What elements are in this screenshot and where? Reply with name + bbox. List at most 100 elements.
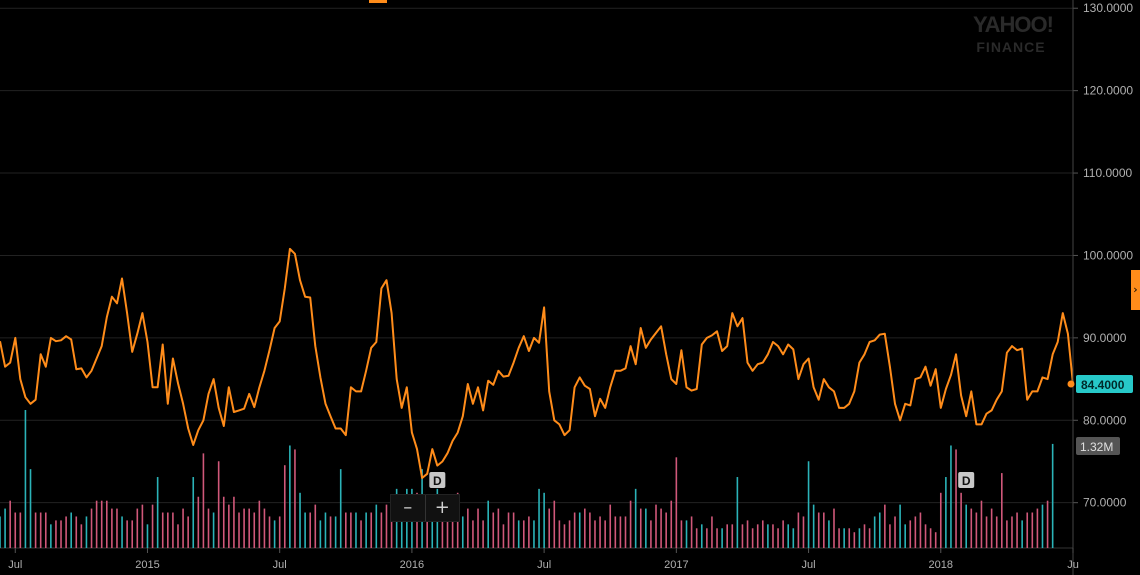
volume-bar: [721, 528, 723, 548]
volume-bar: [477, 508, 479, 548]
volume-bar: [939, 492, 942, 548]
volume-bar: [299, 492, 301, 548]
volume-bar: [507, 512, 510, 548]
volume-bar: [797, 512, 800, 548]
volume-bar: [192, 477, 195, 548]
volume-bar: [650, 520, 652, 548]
logo-top: YAHOO!: [973, 12, 1053, 37]
volume-bar: [929, 528, 932, 548]
x-tick-label: Ju: [1067, 559, 1079, 571]
volume-bar: [792, 528, 795, 548]
volume-bar: [741, 524, 744, 548]
volume-bar: [594, 520, 596, 548]
volume-bar: [1031, 512, 1034, 548]
volume-bar: [329, 516, 332, 548]
volume-bar: [726, 524, 728, 548]
volume-bar: [761, 520, 764, 548]
volume-bar: [614, 516, 617, 548]
volume-bar: [90, 508, 93, 548]
range-handle[interactable]: [369, 0, 387, 3]
volume-bar: [1026, 512, 1029, 548]
volume-bar: [604, 520, 606, 548]
volume-bar: [131, 520, 134, 548]
volume-bar: [807, 461, 810, 548]
dividend-marker: D: [958, 472, 975, 488]
y-tick-label: 110.0000: [1083, 166, 1132, 180]
yahoo-finance-logo: YAHOO! FINANCE: [973, 12, 1054, 55]
volume-bar: [70, 512, 72, 548]
volume-bar: [833, 508, 835, 548]
volume-bar: [258, 500, 261, 548]
volume-bar: [9, 500, 11, 548]
volume-bar: [660, 508, 662, 548]
volume-bar: [828, 520, 830, 548]
price-series: [0, 247, 1074, 479]
volume-bar: [823, 512, 825, 548]
volume-bar: [868, 528, 871, 548]
volume-bar: [655, 504, 657, 548]
volume-bar: [924, 524, 927, 548]
price-line: [0, 247, 1074, 479]
volume-bar: [289, 445, 291, 548]
volume-bar: [100, 500, 103, 548]
volume-bar: [248, 508, 250, 548]
x-axis: Jul 2015 Jul 2016 Jul 2017 Jul 2018 Ju: [8, 548, 1079, 571]
volume-bar: [309, 512, 312, 548]
volume-bar: [538, 488, 540, 548]
volume-bar: [777, 528, 779, 548]
volume-bar: [233, 496, 235, 548]
volume-bar: [461, 516, 464, 548]
volume-bar: [65, 516, 67, 548]
price-chart[interactable]: 130.0000 120.0000 110.0000 100.0000 90.0000 8…: [0, 0, 1140, 575]
volume-bar: [39, 512, 42, 548]
volume-bar: [558, 520, 561, 548]
volume-bar: [878, 512, 881, 548]
volume-bar: [990, 508, 993, 548]
volume-bar: [589, 512, 591, 548]
volume-bar: [838, 528, 840, 548]
volume-bar: [772, 524, 774, 548]
volume-bar: [812, 504, 815, 548]
volume-bar: [700, 524, 703, 548]
volume-bar: [502, 524, 505, 548]
volume-bar: [497, 508, 500, 548]
volume-bar: [1046, 500, 1049, 548]
y-tick-label: 90.0000: [1083, 331, 1127, 345]
volume-bar: [34, 512, 37, 548]
side-panel-toggle[interactable]: ›: [1131, 270, 1140, 310]
volume-bar: [29, 469, 32, 548]
volume-bar: [889, 524, 891, 548]
volume-bar: [385, 504, 388, 548]
volume-bar: [711, 516, 713, 548]
volume-bar: [319, 520, 322, 548]
volume-bar: [690, 516, 693, 548]
volume-bar: [975, 512, 978, 548]
zoom-in-button[interactable]: +: [426, 495, 460, 521]
volume-bar: [355, 512, 357, 548]
volume-bar: [207, 508, 210, 548]
volume-bar: [161, 512, 164, 548]
volume-bar: [645, 508, 647, 548]
volume-bar: [517, 520, 520, 548]
volume-bar: [568, 520, 571, 548]
volume-bar: [339, 469, 342, 548]
zoom-out-button[interactable]: –: [391, 495, 425, 521]
volume-bar: [899, 504, 901, 548]
volume-bar: [782, 520, 784, 548]
volume-bar: [370, 512, 373, 548]
volume-bar: [111, 508, 113, 548]
volume-bar: [253, 512, 256, 548]
volume-bar: [584, 508, 586, 548]
volume-bar: [528, 516, 530, 548]
volume-bar: [1051, 443, 1054, 548]
volume-bar: [802, 516, 805, 548]
volume-bar: [0, 516, 1, 548]
volume-bar: [736, 477, 739, 548]
current-volume-badge: 1.32M: [1076, 437, 1120, 455]
volume-bar: [884, 504, 886, 548]
volume-bar: [695, 528, 698, 548]
volume-bar: [177, 524, 179, 548]
volume-bar: [187, 516, 189, 548]
volume-bar: [182, 508, 184, 548]
volume-bar: [217, 461, 220, 548]
